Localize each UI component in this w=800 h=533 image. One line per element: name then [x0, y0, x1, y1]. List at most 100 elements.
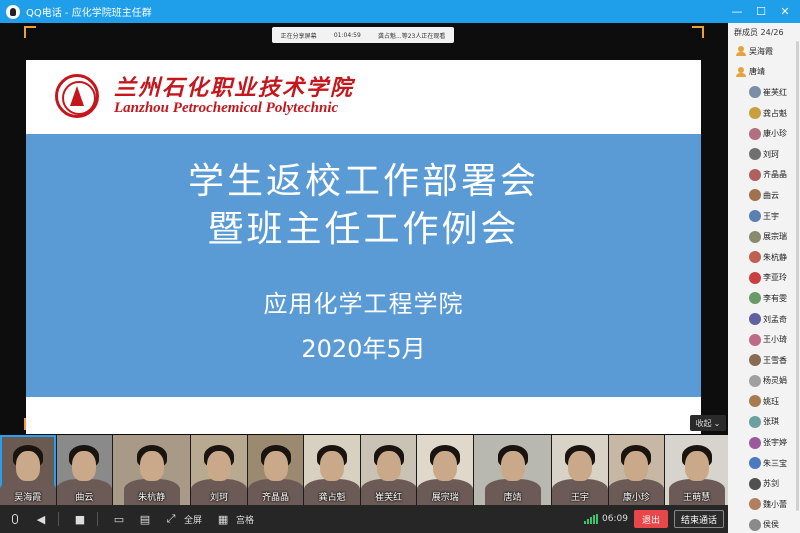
member-item[interactable]: 康小珍 — [728, 123, 800, 144]
end-call-button[interactable]: 结束通话 — [673, 510, 724, 528]
whiteboard-icon[interactable]: ▤ — [134, 508, 156, 530]
member-count: 群成员 24/26 — [734, 27, 784, 37]
member-item[interactable]: 苏剑 — [728, 473, 800, 494]
member-item[interactable]: 刘珂 — [728, 144, 800, 165]
chevron-down-icon: ⌄ — [713, 418, 721, 428]
participant-name: 崔芙红 — [375, 493, 403, 503]
member-item[interactable]: 王小琦 — [728, 329, 800, 350]
participant-video-tile[interactable]: 刘珂 — [191, 435, 247, 505]
avatar — [749, 127, 761, 140]
member-name: 张琪 — [763, 417, 779, 427]
participant-face — [206, 451, 231, 481]
member-name: 康小珍 — [763, 129, 787, 139]
participant-name: 齐晶晶 — [262, 493, 290, 503]
slide-header: 兰州石化职业技术学院 Lanzhou Petrochemical Polytec… — [26, 60, 701, 132]
participant-face — [72, 451, 97, 481]
participant-face — [567, 451, 592, 481]
member-item[interactable]: 王雪香 — [728, 350, 800, 371]
avatar — [749, 313, 761, 326]
member-name: 张宇婷 — [763, 438, 787, 448]
member-item[interactable]: 朱杭静 — [728, 247, 800, 268]
participant-video-tile[interactable]: 吴海霞 — [0, 435, 56, 505]
participant-video-tile[interactable]: 朱杭静 — [113, 435, 191, 505]
member-item[interactable]: 李亚玲 — [728, 268, 800, 289]
member-name: 魏小蕾 — [763, 499, 787, 509]
member-item[interactable]: 吴海霞 — [728, 41, 800, 62]
member-panel: 群成员 24/26 吴海霞唐靖崔芙红龚占魁康小珍刘珂齐晶晶曲云王宇 展宗瑞 朱杭静李… — [728, 23, 800, 533]
participant-video-tile[interactable]: 康小珍 — [608, 435, 665, 505]
participant-face — [139, 451, 164, 481]
avatar — [749, 292, 761, 305]
member-name: 朱三宝 — [763, 458, 787, 468]
member-item[interactable]: 张宇婷 — [728, 432, 800, 453]
member-item[interactable]: 崔芙红 — [728, 82, 800, 103]
member-item[interactable]: 刘孟奇 — [728, 309, 800, 330]
camera-icon[interactable]: ■ — [69, 508, 91, 530]
member-name: 侯侯 — [763, 520, 779, 530]
member-item[interactable]: 王宇 — [728, 206, 800, 227]
member-name: 刘珂 — [763, 149, 779, 159]
qq-logo-icon — [6, 4, 20, 19]
participant-video-tile[interactable]: 王宇 — [552, 435, 608, 505]
fullscreen-label[interactable]: 全屏 — [184, 513, 202, 526]
member-name: 杨灵娟 — [763, 376, 787, 386]
member-name: 吴海霞 — [749, 46, 773, 56]
screen-share-icon[interactable]: ▭ — [108, 508, 130, 530]
member-name: 唐靖 — [749, 67, 765, 77]
member-item[interactable]: 龚占魁 — [728, 103, 800, 124]
participant-video-tile[interactable]: 展宗瑞 — [417, 435, 474, 505]
member-item[interactable]: 唐靖 — [728, 62, 800, 83]
member-name: 李亚玲 — [763, 273, 787, 283]
participant-name: 展宗瑞 — [431, 493, 459, 503]
grid-label[interactable]: 宫格 — [236, 513, 254, 526]
avatar — [749, 477, 761, 490]
member-item[interactable]: 齐晶晶 — [728, 165, 800, 186]
participant-video-strip: 吴海霞 曲云 朱杭静 刘珂 齐晶晶 龚占魁 崔芙红 展宗瑞 唐靖 王宇 康小珍 王萌慧 — [0, 435, 728, 505]
member-item[interactable]: 杨灵娟 — [728, 371, 800, 392]
member-name: 龚占魁 — [763, 108, 787, 118]
exit-button[interactable]: 退出 — [633, 510, 668, 528]
frame-corner — [24, 26, 36, 38]
member-name: 曲云 — [763, 190, 779, 200]
toolbar-divider — [58, 512, 59, 526]
microphone-icon[interactable] — [4, 508, 26, 530]
member-item[interactable]: 张琪 — [728, 412, 800, 433]
member-item[interactable]: 李有雯 — [728, 288, 800, 309]
slide-body: 学生返校工作部署会 暨班主任工作例会 应用化学工程学院 2020年5月 — [26, 134, 701, 397]
person-icon — [736, 66, 746, 77]
collapse-label: 收起 — [695, 418, 712, 428]
member-scrollbar[interactable] — [796, 41, 799, 511]
member-item[interactable]: 侯侯 — [728, 515, 800, 533]
participant-video-tile[interactable]: 王萌慧 — [665, 435, 728, 505]
participant-video-tile[interactable]: 龚占魁 — [304, 435, 360, 505]
avatar — [749, 374, 761, 387]
participant-face — [500, 451, 525, 481]
speaker-icon[interactable]: ◀ — [30, 508, 52, 530]
participant-name: 康小珍 — [622, 493, 650, 503]
person-icon — [736, 46, 746, 57]
participant-face — [15, 451, 40, 481]
participant-video-tile[interactable]: 曲云 — [56, 435, 113, 505]
participant-name: 刘珂 — [209, 493, 228, 503]
member-item[interactable]: 曲云 — [728, 185, 800, 206]
member-name: 齐晶晶 — [763, 170, 787, 180]
fullscreen-icon[interactable]: ⤢ — [160, 508, 182, 530]
collapse-button[interactable]: 收起 ⌄ — [690, 415, 726, 431]
minimize-icon[interactable]: — — [726, 0, 748, 23]
participant-video-tile[interactable]: 唐靖 — [474, 435, 552, 505]
presentation-slide: 兰州石化职业技术学院 Lanzhou Petrochemical Polytec… — [26, 60, 701, 434]
participant-name: 吴海霞 — [14, 493, 42, 503]
participant-video-tile[interactable]: 齐晶晶 — [247, 435, 304, 505]
participant-video-tile[interactable]: 崔芙红 — [360, 435, 417, 505]
member-item[interactable]: 朱三宝 — [728, 453, 800, 474]
maximize-icon[interactable]: ☐ — [750, 0, 772, 23]
close-icon[interactable]: ✕ — [774, 0, 796, 23]
member-item[interactable]: 姚珏 — [728, 391, 800, 412]
member-item[interactable]: 魏小蕾 — [728, 494, 800, 515]
member-item[interactable]: 展宗瑞 — [728, 226, 800, 247]
school-emblem-icon — [55, 74, 99, 118]
shared-screen-stage: 正在分享屏幕 01:04:59 龚占魁...等23人正在观看 兰州石化职业技术学… — [0, 23, 728, 435]
participant-face — [376, 451, 401, 481]
avatar — [749, 271, 761, 284]
grid-icon[interactable]: ▦ — [212, 508, 234, 530]
